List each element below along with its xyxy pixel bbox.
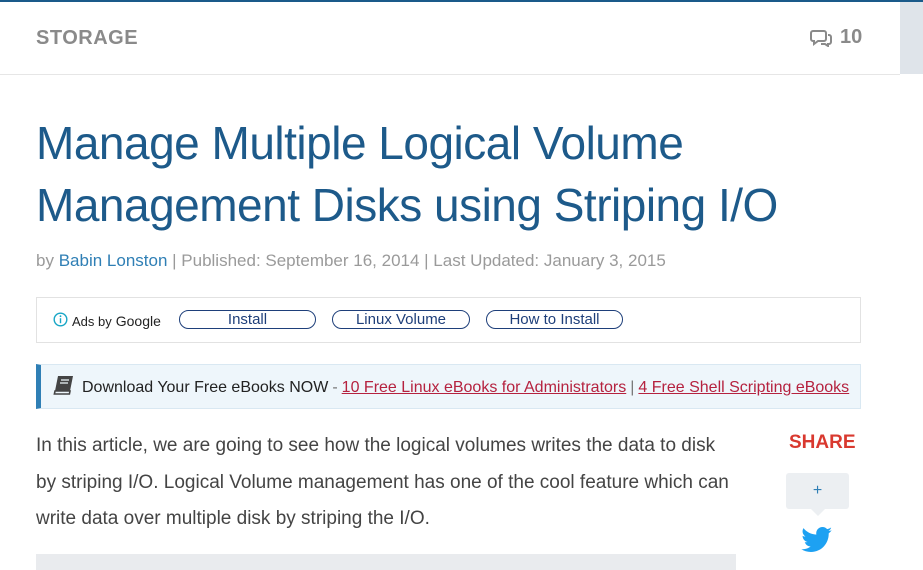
info-icon	[53, 312, 68, 330]
ebook-link-linux[interactable]: 10 Free Linux eBooks for Administrators	[342, 379, 627, 397]
ebook-lead: Download Your Free eBooks NOW	[82, 379, 329, 396]
article-header: STORAGE 10	[0, 2, 900, 75]
ebook-banner: Download Your Free eBooks NOW - 10 Free …	[36, 364, 861, 409]
category-link[interactable]: STORAGE	[36, 27, 138, 50]
comment-count: 10	[840, 26, 863, 48]
google-text: Google	[115, 313, 161, 329]
article-intro: In this article, we are going to see how…	[36, 435, 729, 529]
plus-label: +	[812, 482, 823, 499]
ads-bar: Ads by Google Install Linux Volume How t…	[36, 297, 861, 343]
book-icon	[53, 375, 75, 401]
byline-dates: | Published: September 16, 2014 | Last U…	[172, 251, 666, 270]
author-link[interactable]: Babin Lonston	[59, 251, 168, 270]
share-more-button[interactable]: +	[786, 473, 849, 516]
twitter-icon[interactable]	[801, 527, 833, 558]
ad-button-install[interactable]: Install	[179, 310, 316, 329]
article-title: Manage Multiple Logical Volume Managemen…	[36, 117, 778, 231]
byline: by Babin Lonston | Published: September …	[36, 251, 666, 271]
ad-button-linux-volume[interactable]: Linux Volume	[332, 310, 470, 329]
ads-label[interactable]: Ads by Google	[53, 312, 161, 330]
ebook-dash: -	[332, 379, 338, 396]
code-block-edge	[36, 554, 736, 570]
ads-by-text: Ads by	[72, 313, 112, 329]
ebook-separator: |	[630, 379, 635, 396]
ad-button-how-to-install[interactable]: How to Install	[486, 310, 623, 329]
comments-link[interactable]: 10	[810, 26, 862, 49]
share-more-pointer	[811, 509, 825, 516]
ebook-link-shell[interactable]: 4 Free Shell Scripting eBooks	[638, 379, 849, 397]
byline-by: by	[36, 251, 54, 270]
share-label: SHARE	[789, 432, 856, 453]
comments-icon	[810, 29, 832, 47]
scrollbar-track[interactable]	[900, 2, 923, 74]
